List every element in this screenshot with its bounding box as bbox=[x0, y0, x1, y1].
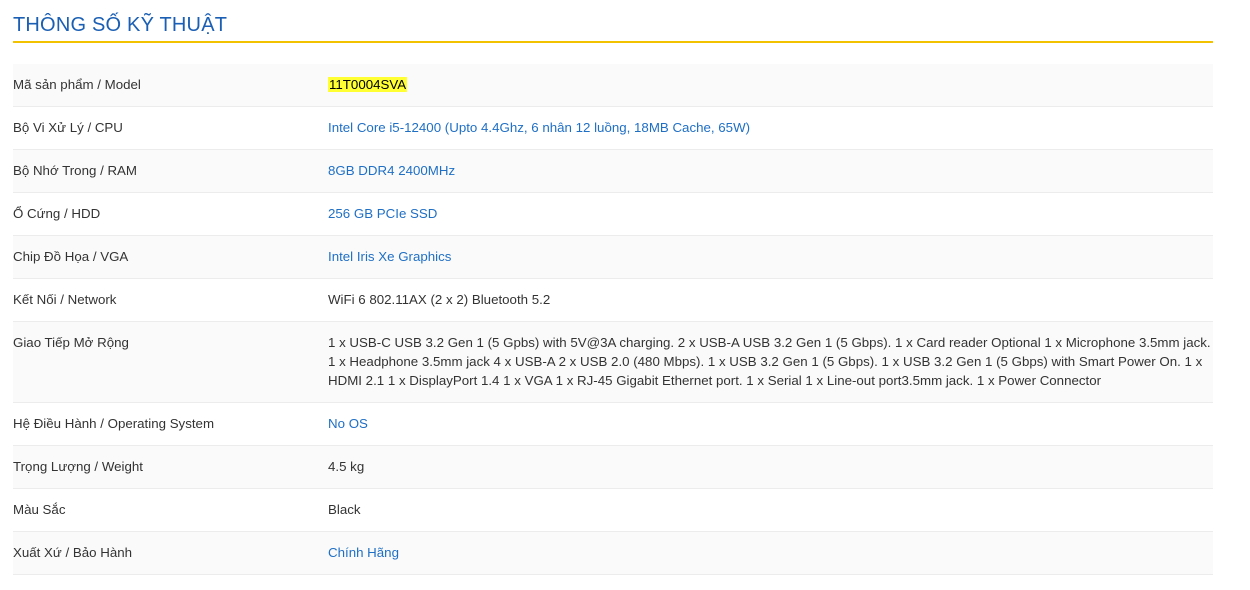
spec-value-model: 11T0004SVA bbox=[328, 64, 1213, 107]
spec-value-weight: 4.5 kg bbox=[328, 459, 365, 474]
section-title: THÔNG SỐ KỸ THUẬT bbox=[13, 14, 228, 36]
spec-row-os: Hệ Điều Hành / Operating System No OS bbox=[13, 403, 1213, 446]
spec-label: Kết Nối / Network bbox=[13, 292, 117, 307]
spec-row-weight: Trọng Lượng / Weight 4.5 kg bbox=[13, 445, 1213, 489]
storage-link[interactable]: 256 GB PCIe SSD bbox=[328, 206, 437, 221]
spec-value-ports: 1 x USB-C USB 3.2 Gen 1 (5 Gpbs) with 5V… bbox=[328, 335, 1211, 388]
spec-value-vga: Intel Iris Xe Graphics bbox=[328, 236, 1213, 279]
spec-label: Bộ Nhớ Trong / RAM bbox=[13, 163, 138, 178]
spec-label: Mã sản phẩm / Model bbox=[13, 77, 141, 92]
spec-row-cpu: Bộ Vi Xử Lý / CPU Intel Core i5-12400 (U… bbox=[13, 107, 1213, 150]
spec-label: Ổ Cứng / HDD bbox=[13, 206, 101, 221]
spec-value-os: No OS bbox=[328, 403, 1213, 446]
spec-row-ports: Giao Tiếp Mở Rộng 1 x USB-C USB 3.2 Gen … bbox=[13, 321, 1213, 403]
spec-value-color: Black bbox=[328, 502, 361, 517]
spec-row-vga: Chip Đồ Họa / VGA Intel Iris Xe Graphics bbox=[13, 235, 1213, 279]
spec-label: Giao Tiếp Mở Rộng bbox=[13, 335, 129, 350]
title-divider bbox=[13, 41, 1213, 43]
vga-link[interactable]: Intel Iris Xe Graphics bbox=[328, 249, 451, 264]
spec-label: Hệ Điều Hành / Operating System bbox=[13, 416, 215, 431]
spec-label: Chip Đồ Họa / VGA bbox=[13, 249, 129, 264]
highlighted-model-code: 11T0004SVA bbox=[328, 77, 408, 92]
warranty-link[interactable]: Chính Hãng bbox=[328, 545, 399, 560]
spec-value-ram: 8GB DDR4 2400MHz bbox=[328, 150, 1213, 193]
ram-link[interactable]: 8GB DDR4 2400MHz bbox=[328, 163, 455, 178]
spec-label: Trọng Lượng / Weight bbox=[13, 459, 143, 474]
spec-row-model: Mã sản phẩm / Model 11T0004SVA bbox=[13, 64, 1213, 107]
spec-value-storage: 256 GB PCIe SSD bbox=[328, 193, 1213, 236]
spec-row-network: Kết Nối / Network WiFi 6 802.11AX (2 x 2… bbox=[13, 279, 1213, 322]
spec-row-color: Màu Sắc Black bbox=[13, 489, 1213, 532]
spec-label: Xuất Xứ / Bảo Hành bbox=[13, 545, 133, 560]
spec-table: Mã sản phẩm / Model 11T0004SVA Bộ Vi Xử … bbox=[13, 64, 1213, 575]
spec-label: Bộ Vi Xử Lý / CPU bbox=[13, 120, 123, 135]
spec-row-storage: Ổ Cứng / HDD 256 GB PCIe SSD bbox=[13, 193, 1213, 236]
cpu-link[interactable]: Intel Core i5-12400 (Upto 4.4Ghz, 6 nhân… bbox=[328, 120, 750, 135]
spec-value-network: WiFi 6 802.11AX (2 x 2) Bluetooth 5.2 bbox=[328, 292, 551, 307]
spec-value-cpu: Intel Core i5-12400 (Upto 4.4Ghz, 6 nhân… bbox=[328, 107, 1213, 150]
spec-row-warranty: Xuất Xứ / Bảo Hành Chính Hãng bbox=[13, 531, 1213, 575]
spec-row-ram: Bộ Nhớ Trong / RAM 8GB DDR4 2400MHz bbox=[13, 149, 1213, 193]
spec-value-warranty: Chính Hãng bbox=[328, 532, 1213, 575]
spec-section: THÔNG SỐ KỸ THUẬT Mã sản phẩm / Model 11… bbox=[13, 0, 1213, 575]
os-link[interactable]: No OS bbox=[328, 416, 368, 431]
spec-label: Màu Sắc bbox=[13, 502, 66, 517]
